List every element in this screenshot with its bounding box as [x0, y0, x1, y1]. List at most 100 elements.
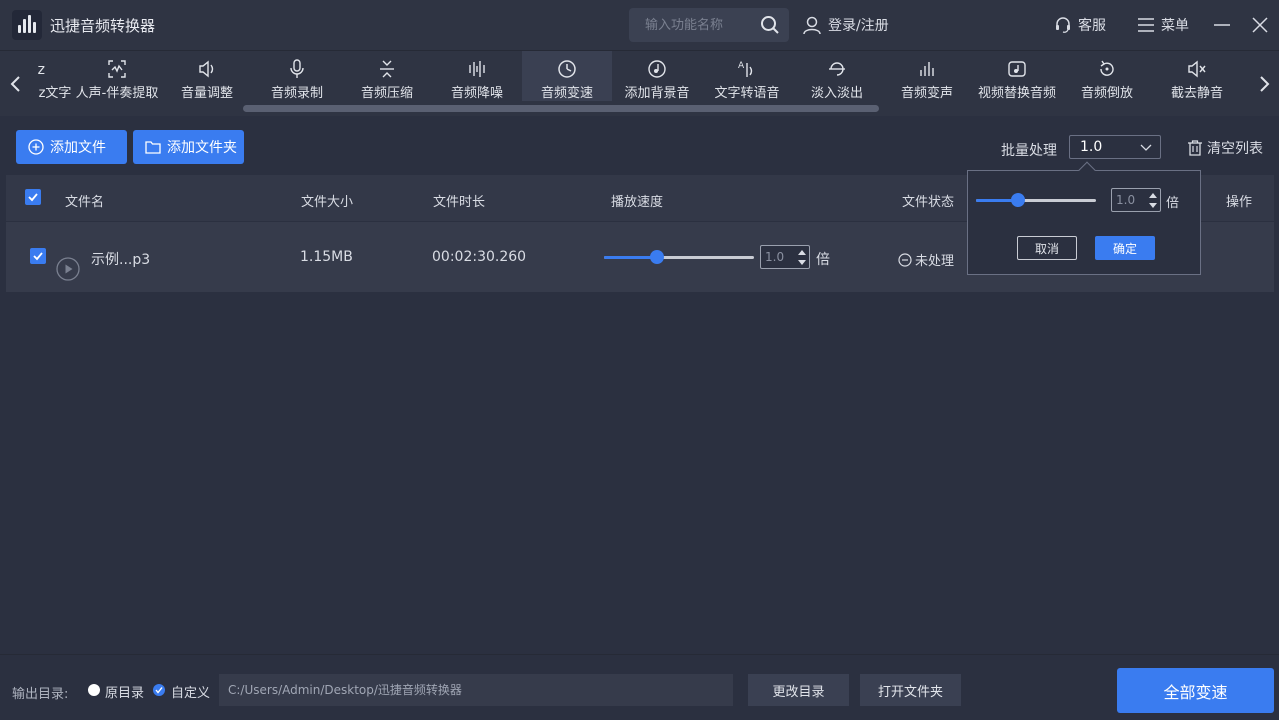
- change-dir-button[interactable]: 更改目录: [748, 674, 849, 706]
- open-folder-button[interactable]: 打开文件夹: [860, 674, 961, 706]
- menu-label: 菜单: [1161, 18, 1189, 34]
- header-duration: 文件时长: [433, 195, 486, 210]
- search-input[interactable]: [629, 8, 755, 42]
- app-title: 迅捷音频转换器: [50, 17, 156, 35]
- vocal-extract-icon: [108, 60, 126, 78]
- header-status: 文件状态: [902, 195, 955, 210]
- header-speed: 播放速度: [611, 195, 664, 210]
- batch-speed-select[interactable]: 1.0: [1069, 135, 1161, 159]
- video-replace-icon: [1008, 61, 1026, 77]
- tool-background-music[interactable]: 添加背景音: [612, 51, 702, 101]
- search-icon[interactable]: [760, 15, 780, 35]
- chevron-left-icon: [10, 76, 20, 92]
- header-filename: 文件名: [65, 195, 105, 210]
- tool-reverse[interactable]: 音频倒放: [1062, 51, 1152, 101]
- row-speed-input[interactable]: [761, 246, 795, 268]
- reverse-icon: [1100, 60, 1114, 76]
- caret-down-icon[interactable]: [797, 258, 807, 267]
- caret-up-icon[interactable]: [797, 248, 807, 257]
- tts-icon: A: [738, 61, 753, 77]
- checkmark-icon: [33, 252, 43, 261]
- add-file-button[interactable]: 添加文件: [16, 130, 127, 164]
- login-label: 登录/注册: [828, 18, 889, 34]
- denoise-icon: [469, 61, 485, 77]
- toolbar-next-button[interactable]: [1254, 69, 1276, 99]
- row-size: 1.15MB: [300, 249, 353, 265]
- start-all-button[interactable]: 全部变速: [1117, 668, 1274, 713]
- radio-custom-label: 自定义: [171, 686, 211, 701]
- toolbar-items: z z文字 人声-伴奏提取 音量调整 音频录制 音频压缩 音频降噪 音频变速 添…: [24, 51, 1244, 109]
- row-speed-slider-fill: [604, 256, 657, 259]
- add-folder-button[interactable]: 添加文件夹: [133, 130, 244, 164]
- header-action: 操作: [1226, 195, 1253, 210]
- chevron-right-icon: [1260, 76, 1270, 92]
- play-icon[interactable]: [56, 257, 80, 281]
- search-box[interactable]: [629, 8, 789, 42]
- menu-button[interactable]: 菜单: [1137, 12, 1189, 38]
- voice-change-icon: [920, 62, 934, 76]
- row-speed-slider-thumb[interactable]: [649, 250, 664, 264]
- tool-fade[interactable]: 淡入淡出: [792, 51, 882, 101]
- row-checkbox[interactable]: [30, 248, 46, 264]
- plus-circle-icon: [28, 139, 44, 155]
- tool-voice-change[interactable]: 音频变声: [882, 51, 972, 101]
- speed-icon: [558, 60, 576, 78]
- mute-icon: [1188, 60, 1206, 78]
- tool-speed[interactable]: 音频变速: [522, 51, 612, 101]
- batch-speed-stepper[interactable]: [1111, 188, 1161, 212]
- chevron-down-icon: [1140, 144, 1152, 151]
- checkmark-icon: [155, 687, 163, 694]
- select-all-checkbox[interactable]: [25, 189, 41, 205]
- customer-service-button[interactable]: 客服: [1054, 12, 1106, 38]
- radio-original-dir[interactable]: [88, 684, 100, 696]
- batch-speed-input[interactable]: [1112, 189, 1146, 211]
- text-icon: z: [38, 62, 45, 78]
- minimize-icon[interactable]: [1212, 12, 1232, 38]
- svg-text:A: A: [738, 61, 745, 71]
- service-label: 客服: [1078, 18, 1106, 34]
- fade-icon: [829, 62, 845, 76]
- headset-icon: [1056, 17, 1070, 33]
- batch-speed-slider[interactable]: [976, 193, 1096, 207]
- row-speed-slider[interactable]: [604, 250, 754, 264]
- batch-speed-slider-thumb[interactable]: [1011, 193, 1025, 207]
- row-speed-stepper[interactable]: [760, 245, 810, 269]
- checkmark-icon: [28, 193, 38, 202]
- output-path-field[interactable]: C:/Users/Admin/Desktop/迅捷音频转换器: [219, 674, 733, 706]
- caret-down-icon[interactable]: [1148, 201, 1158, 210]
- user-icon: [803, 16, 821, 35]
- row-duration: 00:02:30.260: [432, 249, 527, 265]
- popover-confirm-button[interactable]: 确定: [1095, 236, 1155, 260]
- close-icon[interactable]: [1250, 12, 1270, 38]
- feature-toolbar: z z文字 人声-伴奏提取 音量调整 音频录制 音频压缩 音频降噪 音频变速 添…: [0, 50, 1279, 116]
- tool-video-replace[interactable]: 视频替换音频: [972, 51, 1062, 101]
- output-dir-label: 输出目录:: [12, 687, 69, 702]
- batch-speed-popover: 倍 取消 确定: [967, 161, 1201, 275]
- hamburger-icon: [1138, 18, 1154, 32]
- trash-icon: [1188, 140, 1202, 156]
- tool-tts[interactable]: A 文字转语音: [702, 51, 792, 101]
- tool-record[interactable]: 音频录制: [252, 51, 342, 101]
- batch-label: 批量处理: [1001, 143, 1057, 159]
- header-size: 文件大小: [301, 195, 354, 210]
- folder-icon: [145, 141, 161, 154]
- login-button[interactable]: 登录/注册: [802, 12, 889, 38]
- row-filename: 示例...p3: [91, 252, 151, 268]
- microphone-icon: [290, 59, 304, 78]
- tool-denoise[interactable]: 音频降噪: [432, 51, 522, 101]
- radio-custom-dir[interactable]: [153, 684, 165, 696]
- clear-list-button[interactable]: 清空列表: [1187, 138, 1263, 158]
- background-music-icon: [648, 60, 666, 78]
- caret-up-icon[interactable]: [1148, 191, 1158, 200]
- minus-circle-icon: [898, 252, 912, 267]
- tool-remove-silence[interactable]: 截去静音: [1152, 51, 1242, 101]
- batch-speed-unit: 倍: [1166, 196, 1180, 211]
- popover-cancel-button[interactable]: 取消: [1017, 236, 1077, 260]
- compress-icon: [380, 60, 394, 78]
- tool-compress[interactable]: 音频压缩: [342, 51, 432, 101]
- tool-vocal-extract[interactable]: 人声-伴奏提取: [72, 51, 162, 101]
- toolbar-scrollbar[interactable]: [243, 105, 879, 112]
- toolbar-prev-button[interactable]: [4, 69, 26, 99]
- svg-text:z: z: [38, 62, 45, 78]
- tool-volume[interactable]: 音量调整: [162, 51, 252, 101]
